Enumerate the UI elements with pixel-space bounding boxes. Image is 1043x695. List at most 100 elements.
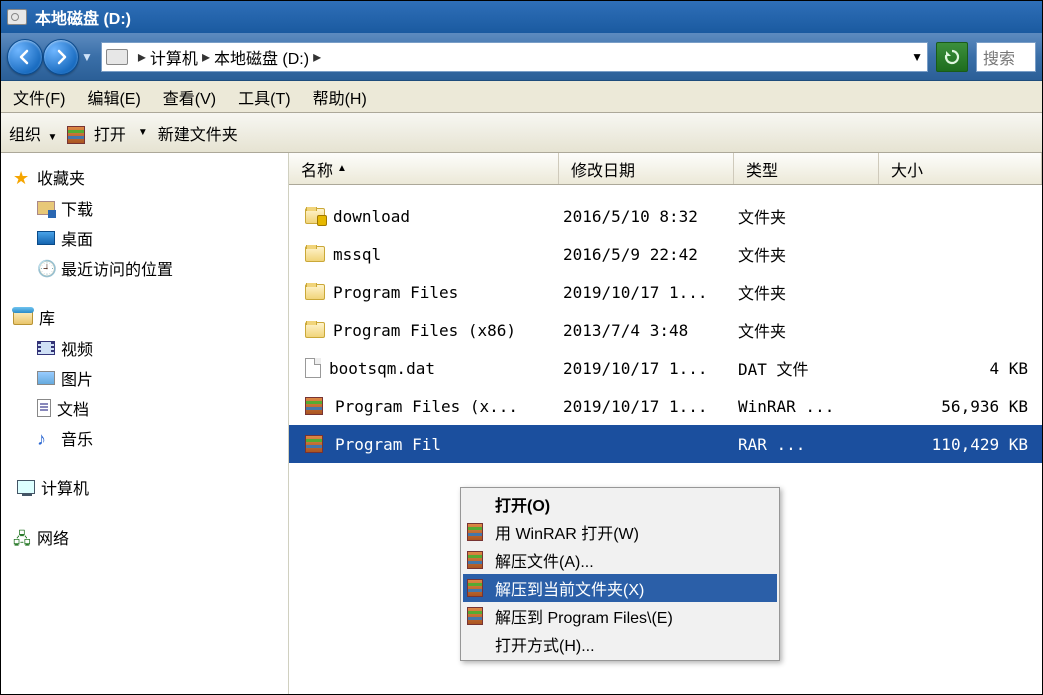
menubar: 文件(F) 编辑(E) 查看(V) 工具(T) 帮助(H) [1, 81, 1042, 113]
file-date: 2019/10/17 1... [563, 283, 738, 302]
open-button[interactable]: 打开 [67, 121, 125, 145]
star-icon: ★ [13, 168, 31, 186]
file-icon [305, 358, 321, 378]
network-icon: 🖧 [13, 528, 31, 546]
context-menu: 打开(O) 用 WinRAR 打开(W) 解压文件(A)... 解压到当前文件夹… [460, 487, 780, 661]
file-name: download [333, 207, 410, 226]
file-type: 文件夹 [738, 242, 883, 266]
file-date: 2016/5/9 22:42 [563, 245, 738, 264]
nav-forward-button[interactable] [43, 39, 79, 75]
file-size: 4 KB [883, 359, 1042, 378]
documents-icon [37, 399, 51, 417]
sidebar-item-recent[interactable]: 🕘 最近访问的位置 [1, 253, 288, 283]
pictures-icon [37, 371, 55, 385]
menu-edit[interactable]: 编辑(E) [83, 83, 144, 111]
file-size: 110,429 KB [883, 435, 1042, 454]
sidebar-item-pictures[interactable]: 图片 [1, 363, 288, 393]
menu-file[interactable]: 文件(F) [9, 83, 69, 111]
sidebar-item-computer[interactable]: 计算机 [7, 471, 282, 503]
file-type: 文件夹 [738, 280, 883, 304]
file-size: 56,936 KB [883, 397, 1042, 416]
file-name: Program Files (x86) [333, 321, 516, 340]
breadcrumb-sep-icon: ▸ [309, 47, 325, 67]
file-date: 2019/10/17 1... [563, 397, 738, 416]
winrar-icon [467, 523, 487, 541]
column-headers: 名称 ▲ 修改日期 类型 大小 [289, 153, 1042, 185]
file-rows: download2016/5/10 8:32文件夹 mssql 2016/5/9 2… [289, 185, 1042, 463]
sidebar-item-video[interactable]: 视频 [1, 333, 288, 363]
menu-tools[interactable]: 工具(T) [234, 83, 294, 111]
file-row[interactable]: download2016/5/10 8:32文件夹 [289, 197, 1042, 235]
search-placeholder: 搜索 [983, 45, 1015, 69]
ctx-open[interactable]: 打开(O) [463, 490, 777, 518]
new-folder-button[interactable]: 新建文件夹 [158, 121, 238, 145]
file-row[interactable]: Program Fil RAR ...110,429 KB [289, 425, 1042, 463]
navbar: ▼ ▸ 计算机 ▸ 本地磁盘 (D:) ▸ ▼ 搜索 [1, 33, 1042, 81]
breadcrumb-drive[interactable]: 本地磁盘 (D:) [214, 45, 309, 69]
nav-history-dropdown[interactable]: ▼ [81, 50, 93, 64]
file-type: RAR ... [738, 435, 883, 454]
file-name: Program Fil [335, 435, 441, 454]
column-modified[interactable]: 修改日期 [559, 153, 734, 184]
sidebar-item-downloads[interactable]: 下载 [1, 193, 288, 223]
drive-icon [106, 49, 128, 65]
sidebar-favorites[interactable]: ★ 收藏夹 [1, 161, 288, 193]
file-row[interactable]: Program Files (x86) 2013/7/4 3:48文件夹 [289, 311, 1042, 349]
folder-icon [305, 246, 325, 262]
breadcrumb-sep-icon: ▸ [134, 47, 150, 67]
winrar-icon [467, 579, 487, 597]
file-type: 文件夹 [738, 204, 883, 228]
ctx-open-winrar[interactable]: 用 WinRAR 打开(W) [463, 518, 777, 546]
file-name: Program Files [333, 283, 458, 302]
address-bar[interactable]: ▸ 计算机 ▸ 本地磁盘 (D:) ▸ ▼ [101, 42, 928, 72]
file-name: mssql [333, 245, 381, 264]
column-name[interactable]: 名称 ▲ [289, 153, 559, 184]
ctx-open-with[interactable]: 打开方式(H)... [463, 630, 777, 658]
organize-button[interactable]: 组织 ▼ [9, 121, 57, 145]
breadcrumb-computer[interactable]: 计算机 [150, 45, 198, 69]
file-type: 文件夹 [738, 318, 883, 342]
file-date: 2019/10/17 1... [563, 359, 738, 378]
toolbar: 组织 ▼ 打开 ▼ 新建文件夹 [1, 113, 1042, 153]
video-icon [37, 341, 55, 355]
window-title: 本地磁盘 (D:) [35, 5, 131, 29]
folder-icon [305, 322, 325, 338]
breadcrumb-sep-icon: ▸ [198, 47, 214, 67]
menu-help[interactable]: 帮助(H) [309, 83, 371, 111]
file-row[interactable]: Program Files (x...2019/10/17 1...WinRAR… [289, 387, 1042, 425]
music-icon: ♪ [37, 429, 55, 447]
libraries-icon [13, 309, 33, 325]
sidebar-item-music[interactable]: ♪ 音乐 [1, 423, 288, 453]
search-input[interactable]: 搜索 [976, 42, 1036, 72]
ctx-extract-to[interactable]: 解压到 Program Files\(E) [463, 602, 777, 630]
ctx-extract-files[interactable]: 解压文件(A)... [463, 546, 777, 574]
file-row[interactable]: bootsqm.dat2019/10/17 1...DAT 文件4 KB [289, 349, 1042, 387]
sidebar-libraries[interactable]: 库 [1, 301, 288, 333]
file-date: 2013/7/4 3:48 [563, 321, 738, 340]
ctx-extract-here[interactable]: 解压到当前文件夹(X) [463, 574, 777, 602]
chevron-down-icon: ▼ [47, 132, 57, 143]
chevron-down-icon[interactable]: ▼ [138, 127, 148, 138]
sidebar-item-documents[interactable]: 文档 [1, 393, 288, 423]
winrar-icon [467, 551, 487, 569]
titlebar: 本地磁盘 (D:) [1, 1, 1042, 33]
file-row[interactable]: Program Files 2019/10/17 1...文件夹 [289, 273, 1042, 311]
drive-icon [7, 9, 27, 25]
sidebar-item-network[interactable]: 🖧 网络 [1, 521, 288, 553]
winrar-icon [467, 607, 487, 625]
sort-asc-icon: ▲ [337, 163, 347, 174]
nav-back-button[interactable] [7, 39, 43, 75]
column-size[interactable]: 大小 [879, 153, 1042, 184]
refresh-button[interactable] [936, 42, 968, 72]
recent-icon: 🕘 [37, 259, 55, 277]
file-row[interactable]: mssql 2016/5/9 22:42文件夹 [289, 235, 1042, 273]
column-type[interactable]: 类型 [734, 153, 879, 184]
file-name: bootsqm.dat [329, 359, 435, 378]
winrar-icon [305, 435, 323, 453]
address-dropdown-icon[interactable]: ▼ [911, 50, 923, 64]
computer-icon [17, 480, 35, 494]
sidebar-item-desktop[interactable]: 桌面 [1, 223, 288, 253]
file-name: Program Files (x... [335, 397, 518, 416]
menu-view[interactable]: 查看(V) [159, 83, 220, 111]
folder-icon [305, 284, 325, 300]
